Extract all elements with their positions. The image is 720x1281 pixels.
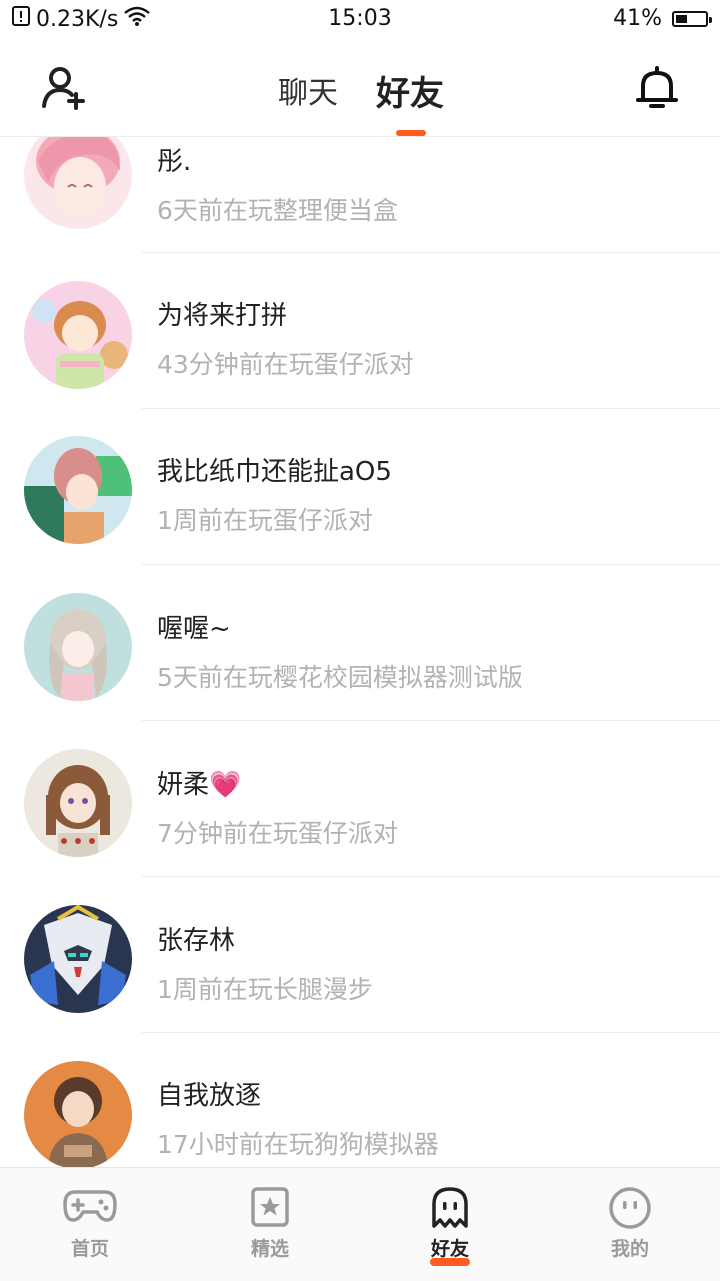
tab-friends[interactable]: 好友 xyxy=(376,66,444,115)
bottom-nav: 首页 精选 好友 我的 xyxy=(0,1167,720,1281)
friend-row[interactable]: 喔喔~ 5天前在玩樱花校园模拟器测试版 xyxy=(0,565,720,721)
active-nav-indicator xyxy=(430,1258,470,1266)
star-book-icon xyxy=(250,1186,290,1228)
friend-status: 6天前在玩整理便当盒 xyxy=(157,196,398,225)
avatar[interactable] xyxy=(24,281,132,389)
friend-status: 5天前在玩樱花校园模拟器测试版 xyxy=(157,663,523,692)
battery-percent: 41% xyxy=(613,6,662,31)
avatar[interactable] xyxy=(24,137,132,229)
friend-status: 1周前在玩蛋仔派对 xyxy=(157,506,373,535)
clock: 15:03 xyxy=(328,6,392,31)
friend-row[interactable]: 张存林 1周前在玩长腿漫步 xyxy=(0,877,720,1033)
nav-label: 首页 xyxy=(70,1238,109,1260)
friend-name: 我比纸巾还能扯aO5 xyxy=(157,457,392,487)
nav-featured[interactable]: 精选 xyxy=(180,1168,360,1281)
nav-label: 精选 xyxy=(250,1238,289,1260)
ghost-icon xyxy=(430,1186,470,1230)
avatar[interactable] xyxy=(24,436,132,544)
gamepad-icon xyxy=(63,1186,117,1226)
active-tab-indicator xyxy=(396,130,426,136)
battery-icon xyxy=(672,10,712,27)
friend-name: 为将来打拼 xyxy=(157,301,288,331)
avatar[interactable] xyxy=(24,593,132,701)
friend-status: 7分钟前在玩蛋仔派对 xyxy=(157,819,398,848)
friend-name: 自我放逐 xyxy=(157,1081,262,1111)
tab-chat[interactable]: 聊天 xyxy=(278,68,338,112)
avatar[interactable] xyxy=(24,905,132,1013)
nav-home[interactable]: 首页 xyxy=(0,1168,180,1281)
friend-status: 1周前在玩长腿漫步 xyxy=(157,975,373,1004)
bell-icon[interactable] xyxy=(634,64,680,112)
friend-name: 喔喔~ xyxy=(157,614,231,644)
nav-me[interactable]: 我的 xyxy=(540,1168,720,1281)
friend-name: 彤. xyxy=(157,147,192,177)
friend-name: 张存林 xyxy=(157,926,236,956)
nav-label: 好友 xyxy=(430,1238,469,1260)
nav-friends[interactable]: 好友 xyxy=(360,1168,540,1281)
avatar[interactable] xyxy=(24,749,132,857)
friend-row[interactable]: 我比纸巾还能扯aO5 1周前在玩蛋仔派对 xyxy=(0,409,720,565)
friend-status: 17小时前在玩狗狗模拟器 xyxy=(157,1130,439,1159)
top-header: 聊天 好友 xyxy=(0,40,720,137)
face-icon xyxy=(608,1186,652,1230)
friend-row[interactable]: 为将来打拼 43分钟前在玩蛋仔派对 xyxy=(0,253,720,409)
friend-status: 43分钟前在玩蛋仔派对 xyxy=(157,350,414,379)
status-bar: 0.23K/s 15:03 41% xyxy=(0,0,720,40)
friend-row[interactable]: 彤. 6天前在玩整理便当盒 xyxy=(0,137,720,253)
nav-label: 我的 xyxy=(610,1238,649,1260)
friend-row[interactable]: 自我放逐 17小时前在玩狗狗模拟器 xyxy=(0,1033,720,1167)
friend-row[interactable]: 妍柔💗 7分钟前在玩蛋仔派对 xyxy=(0,721,720,877)
avatar[interactable] xyxy=(24,1061,132,1167)
friend-name: 妍柔💗 xyxy=(157,770,242,800)
friends-list: 彤. 6天前在玩整理便当盒 为将来打拼 43分钟前在玩蛋仔派对 我比纸巾还能扯a… xyxy=(0,137,720,1167)
